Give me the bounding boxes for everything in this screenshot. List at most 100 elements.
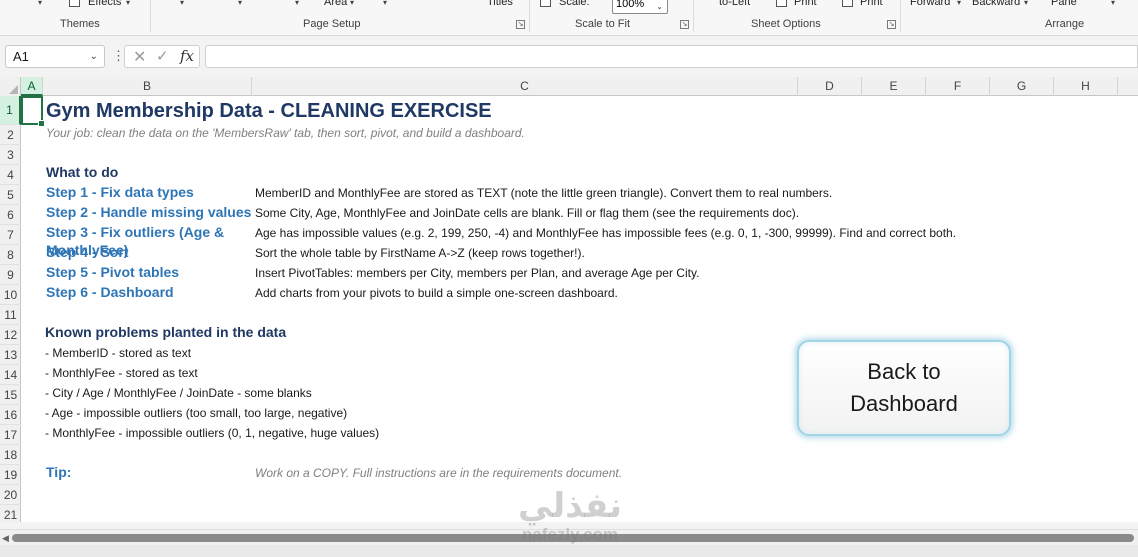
back-to-dashboard-button[interactable]: Back to Dashboard — [797, 340, 1011, 436]
chevron-down-icon[interactable]: ⌄ — [90, 46, 98, 67]
scale-label: Scale: — [559, 0, 590, 8]
column-header-g[interactable]: G — [990, 77, 1054, 96]
scroll-left-icon[interactable]: ◀ — [2, 533, 9, 544]
chevron-down-icon[interactable]: ▾ — [1024, 0, 1028, 7]
chevron-down-icon[interactable]: ▾ — [38, 0, 42, 7]
chevron-down-icon[interactable]: ▾ — [383, 0, 387, 7]
chevron-down-icon[interactable]: ⌄ — [656, 0, 663, 14]
step-label: Step 1 - Fix data types — [46, 184, 194, 200]
excel-window: Effects ▾ ▾ Themes ▾ ▾ ▾ Area ▾ ▾ Titles… — [0, 0, 1138, 557]
row-header[interactable]: 21 — [0, 505, 21, 522]
step-description: Insert PivotTables: members per City, me… — [255, 266, 700, 280]
row-header[interactable]: 10 — [0, 285, 21, 305]
step-label: Step 2 - Handle missing values — [46, 204, 252, 220]
column-header-b[interactable]: B — [43, 77, 252, 96]
row-header[interactable]: 13 — [0, 345, 21, 365]
row-header[interactable]: 20 — [0, 485, 21, 505]
scrollbar-thumb[interactable] — [12, 534, 1134, 542]
right-to-left-button[interactable]: to-Left — [719, 0, 750, 8]
tip-label: Tip: — [46, 464, 72, 480]
ribbon: Effects ▾ ▾ Themes ▾ ▾ ▾ Area ▾ ▾ Titles… — [0, 0, 1138, 36]
row-header[interactable]: 16 — [0, 405, 21, 425]
print-area-button[interactable]: Area — [324, 0, 347, 8]
bring-forward-button[interactable]: Forward — [910, 0, 950, 8]
ribbon-divider — [900, 0, 901, 32]
step-2-label-cell: Step 2 - Handle missing values — [46, 204, 255, 222]
step-description: MemberID and MonthlyFee are stored as TE… — [255, 186, 833, 200]
step-description: Some City, Age, MonthlyFee and JoinDate … — [255, 206, 800, 220]
step-description: Sort the whole table by FirstName A->Z (… — [255, 246, 585, 260]
sheet-options-group-label: Sheet Options — [751, 18, 821, 30]
row-header[interactable]: 15 — [0, 385, 21, 405]
enter-icon[interactable]: ✓ — [156, 47, 169, 65]
view-gridlines-checkbox[interactable] — [776, 0, 787, 7]
scale-to-fit-launcher-icon[interactable]: ↘ — [680, 20, 689, 29]
ribbon-divider — [693, 0, 694, 32]
insert-function-icon[interactable]: fx — [180, 47, 194, 65]
row-header[interactable]: 5 — [0, 185, 21, 205]
chevron-down-icon[interactable]: ▾ — [126, 0, 130, 7]
sheet-title: Gym Membership Data - CLEANING EXERCISE — [46, 100, 492, 122]
row-header[interactable]: 14 — [0, 365, 21, 385]
selected-cell-a1[interactable] — [21, 96, 45, 127]
column-header-d[interactable]: D — [798, 77, 862, 96]
column-header-f[interactable]: F — [926, 77, 990, 96]
chevron-down-icon[interactable]: ▾ — [957, 0, 961, 7]
send-backward-button[interactable]: Backward — [972, 0, 1020, 8]
formula-input[interactable] — [205, 45, 1138, 68]
step-label: Step 6 - Dashboard — [46, 284, 174, 300]
print-titles-button[interactable]: Titles — [487, 0, 513, 8]
page-setup-group-label: Page Setup — [303, 18, 361, 30]
effects-button[interactable]: Effects — [88, 0, 121, 8]
step-label: Step 4 - Sort — [46, 244, 129, 260]
print-gridlines-label: Print — [794, 0, 817, 8]
scale-input[interactable]: 100% ⌄ — [612, 0, 668, 14]
column-header-a[interactable]: A — [21, 77, 43, 96]
chevron-down-icon[interactable]: ▾ — [350, 0, 354, 7]
back-to-dashboard-label: Back to Dashboard — [850, 359, 958, 416]
row-header[interactable]: 17 — [0, 425, 21, 445]
step-1-label-cell: Step 1 - Fix data types — [46, 184, 255, 202]
row-header[interactable]: 8 — [0, 245, 21, 265]
known-problems-heading: Known problems planted in the data — [45, 324, 287, 340]
selection-pane-button[interactable]: Pane — [1051, 0, 1077, 8]
chevron-down-icon[interactable]: ▾ — [180, 0, 184, 7]
cancel-icon[interactable]: ✕ — [133, 47, 146, 67]
chevron-down-icon[interactable]: ▾ — [295, 0, 299, 7]
print-headings-checkbox[interactable] — [842, 0, 853, 7]
themes-group-label: Themes — [60, 18, 100, 30]
row-header[interactable]: 18 — [0, 445, 21, 465]
status-strip — [0, 545, 1138, 557]
problem-item: - MonthlyFee - stored as text — [45, 366, 198, 380]
row-header[interactable]: 1 — [0, 96, 21, 125]
chevron-down-icon[interactable]: ▾ — [1111, 0, 1115, 7]
arrange-group-label: Arrange — [1045, 18, 1085, 30]
row-header[interactable]: 7 — [0, 225, 21, 245]
page-setup-launcher-icon[interactable]: ↘ — [516, 20, 525, 29]
step-5-label-cell: Step 5 - Pivot tables — [46, 264, 255, 282]
sheet-options-launcher-icon[interactable]: ↘ — [887, 20, 896, 29]
row-header[interactable]: 3 — [0, 145, 21, 165]
column-header-h[interactable]: H — [1054, 77, 1118, 96]
horizontal-scrollbar[interactable]: ◀ — [0, 529, 1138, 545]
scale-value: 100% — [616, 0, 645, 10]
row-header[interactable]: 4 — [0, 165, 21, 185]
cell-area[interactable]: Gym Membership Data - CLEANING EXERCISE … — [21, 96, 1138, 522]
row-header[interactable]: 6 — [0, 205, 21, 225]
formula-buttons: ✕ ✓ fx — [124, 45, 200, 68]
row-header[interactable]: 12 — [0, 325, 21, 345]
row-header[interactable]: 19 — [0, 465, 21, 485]
step-6-label-cell: Step 6 - Dashboard — [46, 284, 255, 302]
select-all-button[interactable] — [0, 77, 21, 96]
effects-icon[interactable] — [69, 0, 80, 7]
name-box[interactable]: A1 ⌄ — [5, 45, 105, 68]
row-header[interactable]: 9 — [0, 265, 21, 285]
worksheet-grid: A B C D E F G H 1 2 3 4 5 6 7 8 9 10 11 … — [0, 77, 1138, 522]
chevron-down-icon[interactable]: ▾ — [238, 0, 242, 7]
step-label: Step 5 - Pivot tables — [46, 264, 180, 280]
column-header-e[interactable]: E — [862, 77, 926, 96]
column-header-c[interactable]: C — [252, 77, 798, 96]
problem-item: - Age - impossible outliers (too small, … — [45, 406, 348, 420]
row-header[interactable]: 11 — [0, 305, 21, 325]
row-header[interactable]: 2 — [0, 125, 21, 145]
